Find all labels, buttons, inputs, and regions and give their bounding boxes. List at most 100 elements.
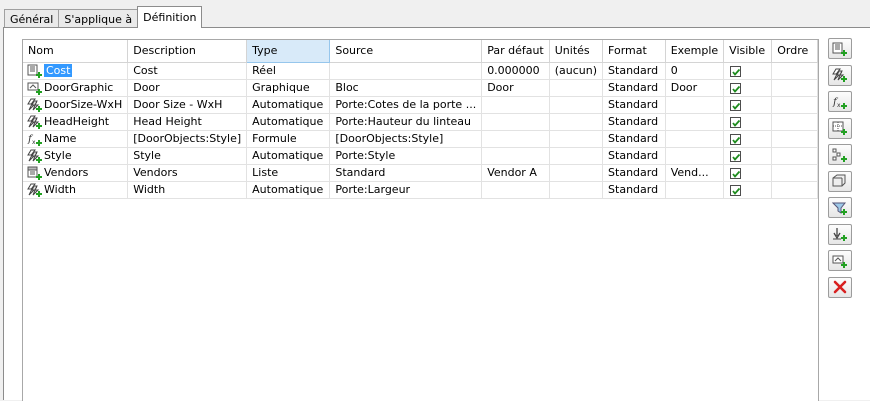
example-cell[interactable]: 0 — [665, 62, 725, 80]
description-cell[interactable]: Door Size - WxH — [127, 96, 248, 114]
default-cell[interactable]: Vendor A — [481, 164, 550, 182]
units-cell[interactable] — [549, 164, 604, 182]
source-cell[interactable]: [DoorObjects:Style] — [329, 130, 483, 148]
source-cell[interactable]: Porte:Cotes de la porte ... — [329, 96, 483, 114]
name-cell[interactable]: Width — [23, 181, 129, 199]
table-row[interactable]: Vendors Vendors Liste Standard Vendor A Stand… — [23, 164, 818, 182]
format-cell[interactable]: Standard — [602, 113, 666, 131]
units-cell[interactable] — [549, 130, 604, 148]
column-header-type[interactable]: Type — [246, 40, 331, 63]
format-cell[interactable]: Standard — [602, 79, 666, 97]
tab-definition[interactable]: Définition — [137, 6, 203, 28]
source-cell[interactable]: Standard — [329, 164, 483, 182]
name-cell[interactable]: f x Name — [23, 130, 129, 148]
order-cell[interactable] — [771, 113, 818, 131]
table-row[interactable]: DoorSize-WxH Door Size - WxH Automatique Po… — [23, 96, 818, 114]
column-header-par-defaut[interactable]: Par défaut — [481, 40, 550, 63]
order-cell[interactable] — [771, 181, 818, 199]
format-cell[interactable]: Standard — [602, 164, 666, 182]
type-cell[interactable]: Automatique — [246, 147, 331, 165]
name-cell[interactable]: Vendors — [23, 164, 129, 182]
column-header-exemple[interactable]: Exemple — [665, 40, 725, 63]
add-manual-property-button[interactable] — [828, 38, 852, 59]
description-cell[interactable]: Vendors — [127, 164, 248, 182]
table-row[interactable]: Cost Cost Réel 0.000000 (aucun) Standard 0 — [23, 62, 818, 80]
visible-checkbox[interactable] — [730, 133, 742, 145]
example-cell[interactable] — [665, 181, 725, 199]
name-cell[interactable]: DoorGraphic — [23, 79, 129, 97]
add-formula-property-button[interactable]: fx — [828, 91, 852, 112]
table-row[interactable]: f x Name [DoorObjects:Style] Formule [DoorObj… — [23, 130, 818, 148]
visible-checkbox[interactable] — [730, 82, 742, 94]
name-cell[interactable]: Cost — [23, 62, 129, 80]
type-cell[interactable]: Réel — [246, 62, 331, 80]
default-cell[interactable]: 0.000000 — [481, 62, 550, 80]
table-row[interactable]: DoorGraphic Door Graphique Bloc Door Standard… — [23, 79, 818, 97]
example-cell[interactable] — [665, 130, 725, 148]
column-header-visible[interactable]: Visible — [723, 40, 773, 63]
format-cell[interactable]: Standard — [602, 181, 666, 199]
column-header-unites[interactable]: Unités — [549, 40, 604, 63]
order-cell[interactable] — [771, 147, 818, 165]
type-cell[interactable]: Automatique — [246, 181, 331, 199]
table-row[interactable]: HeadHeight Head Height Automatique Porte:Ha… — [23, 113, 818, 131]
format-cell[interactable]: Standard — [602, 96, 666, 114]
visible-checkbox[interactable] — [730, 116, 742, 128]
description-cell[interactable]: Width — [127, 181, 248, 199]
order-cell[interactable] — [771, 130, 818, 148]
default-cell[interactable]: Door — [481, 79, 550, 97]
order-cell[interactable] — [771, 164, 818, 182]
column-header-format[interactable]: Format — [602, 40, 666, 63]
example-cell[interactable]: Vend... — [665, 164, 725, 182]
default-cell[interactable] — [481, 113, 550, 131]
source-cell[interactable]: Porte:Style — [329, 147, 483, 165]
default-cell[interactable] — [481, 181, 550, 199]
delete-property-button[interactable] — [828, 276, 852, 298]
type-cell[interactable]: Liste — [246, 164, 331, 182]
add-automatic-property-button[interactable] — [828, 64, 852, 86]
visible-checkbox[interactable] — [730, 184, 742, 196]
units-cell[interactable] — [549, 147, 604, 165]
units-cell[interactable] — [549, 113, 604, 131]
description-cell[interactable]: Cost — [127, 62, 248, 80]
type-cell[interactable]: Automatique — [246, 96, 331, 114]
name-cell[interactable]: DoorSize-WxH — [23, 96, 129, 114]
column-header-source[interactable]: Source — [329, 40, 483, 63]
tab-general[interactable]: Général — [4, 9, 60, 28]
add-anchor-property-button[interactable] — [828, 223, 852, 245]
add-classification-property-button[interactable] — [828, 144, 852, 165]
units-cell[interactable] — [549, 96, 604, 114]
description-cell[interactable]: [DoorObjects:Style] — [127, 130, 248, 148]
visible-checkbox[interactable] — [730, 150, 742, 162]
description-cell[interactable]: Door — [127, 79, 248, 97]
format-cell[interactable]: Standard — [602, 130, 666, 148]
visible-checkbox[interactable] — [730, 167, 742, 179]
default-cell[interactable] — [481, 147, 550, 165]
source-cell[interactable]: Bloc — [329, 79, 483, 97]
column-header-nom[interactable]: Nom — [23, 40, 129, 63]
description-cell[interactable]: Style — [127, 147, 248, 165]
default-cell[interactable] — [481, 130, 550, 148]
tab-applies-to[interactable]: S'applique à — [58, 9, 139, 28]
type-cell[interactable]: Formule — [246, 130, 331, 148]
example-cell[interactable] — [665, 113, 725, 131]
table-row[interactable]: Style Style Automatique Porte:Style Standard — [23, 147, 818, 165]
order-cell[interactable] — [771, 79, 818, 97]
add-property-set-button[interactable] — [828, 197, 852, 218]
column-header-description[interactable]: Description — [127, 40, 248, 63]
name-cell[interactable]: Style — [23, 147, 129, 165]
visible-checkbox[interactable] — [730, 99, 742, 111]
type-cell[interactable]: Automatique — [246, 113, 331, 131]
units-cell[interactable] — [549, 79, 604, 97]
source-cell[interactable]: Porte:Largeur — [329, 181, 483, 199]
table-row[interactable]: Width Width Automatique Porte:Largeur Standa… — [23, 181, 818, 199]
default-cell[interactable] — [481, 96, 550, 114]
units-cell[interactable] — [549, 181, 604, 199]
name-cell[interactable]: HeadHeight — [23, 113, 129, 131]
order-cell[interactable] — [771, 96, 818, 114]
add-graphic-property-button[interactable] — [828, 250, 852, 271]
example-cell[interactable]: Door — [665, 79, 725, 97]
source-cell[interactable] — [329, 62, 483, 80]
type-cell[interactable]: Graphique — [246, 79, 331, 97]
source-cell[interactable]: Porte:Hauteur du linteau — [329, 113, 483, 131]
